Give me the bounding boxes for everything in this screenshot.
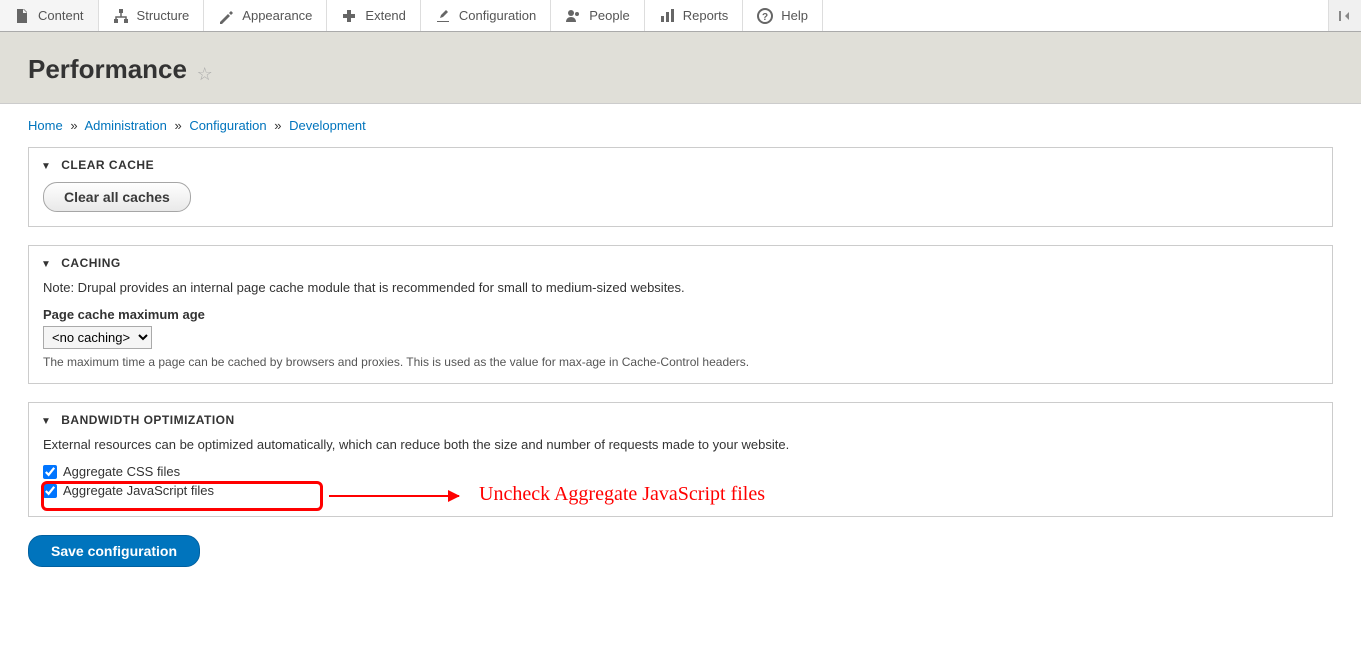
panel-title: Clear cache — [61, 158, 154, 172]
toolbar-label: Appearance — [242, 8, 312, 23]
collapse-icon — [1337, 8, 1353, 24]
breadcrumb: Home » Administration » Configuration » … — [0, 104, 1361, 147]
breadcrumb-config[interactable]: Configuration — [189, 118, 266, 133]
content-icon — [14, 8, 30, 24]
toolbar-label: Content — [38, 8, 84, 23]
toolbar-label: Help — [781, 8, 808, 23]
title-region: Performance ☆ — [0, 32, 1361, 104]
toolbar-item-help[interactable]: ? Help — [743, 0, 823, 31]
breadcrumb-admin[interactable]: Administration — [84, 118, 166, 133]
panel-caching: ▼ Caching Note: Drupal provides an inter… — [28, 245, 1333, 384]
toolbar-item-structure[interactable]: Structure — [99, 0, 205, 31]
caret-down-icon: ▼ — [41, 259, 51, 270]
structure-icon — [113, 8, 129, 24]
aggregate-css-label: Aggregate CSS files — [63, 464, 180, 479]
panel-header-clear-cache[interactable]: ▼ Clear cache — [29, 148, 1332, 182]
breadcrumb-separator: » — [70, 118, 77, 133]
caching-note: Note: Drupal provides an internal page c… — [43, 280, 1318, 295]
toolbar-label: People — [589, 8, 629, 23]
panel-header-bandwidth[interactable]: ▼ Bandwidth optimization — [29, 403, 1332, 437]
panel-title: Bandwidth optimization — [61, 413, 234, 427]
toolbar-label: Extend — [365, 8, 405, 23]
aggregate-css-row: Aggregate CSS files — [43, 464, 1318, 479]
toolbar-item-configuration[interactable]: Configuration — [421, 0, 551, 31]
toolbar-label: Reports — [683, 8, 729, 23]
clear-all-caches-button[interactable]: Clear all caches — [43, 182, 191, 212]
panel-title: Caching — [61, 256, 121, 270]
annotation-arrow — [329, 495, 459, 497]
help-icon: ? — [757, 8, 773, 24]
max-age-label: Page cache maximum age — [43, 307, 1318, 322]
save-configuration-button[interactable]: Save configuration — [28, 535, 200, 567]
panel-bandwidth: ▼ Bandwidth optimization External resour… — [28, 402, 1333, 517]
toolbar-item-people[interactable]: People — [551, 0, 644, 31]
toolbar-label: Configuration — [459, 8, 536, 23]
panel-clear-cache: ▼ Clear cache Clear all caches — [28, 147, 1333, 227]
favorite-star-icon[interactable]: ☆ — [197, 64, 213, 84]
appearance-icon — [218, 8, 234, 24]
breadcrumb-home[interactable]: Home — [28, 118, 63, 133]
panel-header-caching[interactable]: ▼ Caching — [29, 246, 1332, 280]
people-icon — [565, 8, 581, 24]
toolbar-item-content[interactable]: Content — [0, 0, 99, 31]
max-age-select[interactable]: <no caching> — [43, 326, 152, 349]
toolbar-item-reports[interactable]: Reports — [645, 0, 744, 31]
config-icon — [435, 8, 451, 24]
aggregate-js-label: Aggregate JavaScript files — [63, 483, 214, 498]
page-title: Performance — [28, 54, 187, 85]
reports-icon — [659, 8, 675, 24]
aggregate-js-checkbox[interactable] — [43, 484, 57, 498]
admin-toolbar: Content Structure Appearance Extend Conf… — [0, 0, 1361, 32]
aggregate-css-checkbox[interactable] — [43, 465, 57, 479]
max-age-description: The maximum time a page can be cached by… — [43, 355, 1318, 369]
caret-down-icon: ▼ — [41, 161, 51, 172]
toolbar-item-extend[interactable]: Extend — [327, 0, 420, 31]
breadcrumb-dev[interactable]: Development — [289, 118, 366, 133]
breadcrumb-separator: » — [174, 118, 181, 133]
svg-text:?: ? — [762, 12, 768, 23]
toolbar-collapse[interactable] — [1328, 0, 1361, 31]
toolbar-label: Structure — [137, 8, 190, 23]
breadcrumb-separator: » — [274, 118, 281, 133]
extend-icon — [341, 8, 357, 24]
annotation-text: Uncheck Aggregate JavaScript files — [479, 483, 765, 506]
caret-down-icon: ▼ — [41, 416, 51, 427]
toolbar-item-appearance[interactable]: Appearance — [204, 0, 327, 31]
bandwidth-note: External resources can be optimized auto… — [43, 437, 1318, 452]
